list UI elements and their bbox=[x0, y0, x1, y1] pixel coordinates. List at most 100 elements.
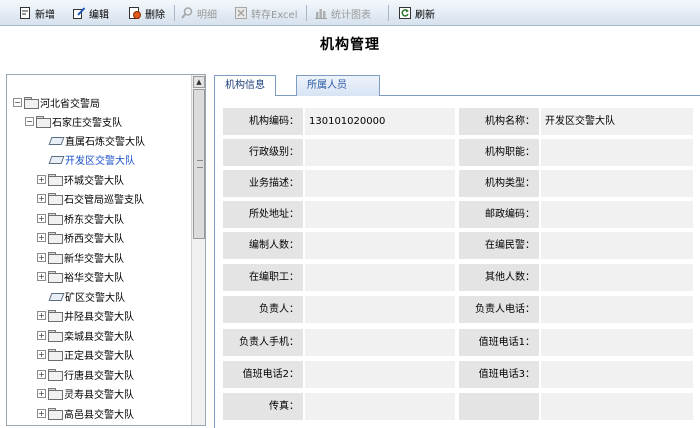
folder-icon bbox=[48, 407, 63, 420]
tree-node-folder[interactable]: + 正定县交警大队 bbox=[37, 345, 134, 363]
expand-icon[interactable]: + bbox=[37, 369, 46, 379]
tree-label: 直属石炼交警大队 bbox=[65, 136, 145, 148]
toolbar-separator bbox=[306, 5, 307, 21]
tree-node-root[interactable]: − 河北省交警局 bbox=[13, 93, 100, 111]
expand-icon[interactable]: + bbox=[37, 349, 46, 359]
expand-icon[interactable]: + bbox=[37, 271, 46, 281]
refresh-button[interactable]: 刷新 bbox=[398, 4, 435, 22]
folder-icon bbox=[48, 368, 63, 381]
others-value bbox=[541, 264, 693, 291]
fax-value bbox=[305, 393, 455, 420]
tree-node-folder[interactable]: + 桥西交警大队 bbox=[37, 228, 124, 246]
tree-node-leaf-selected[interactable]: 开发区交警大队 bbox=[49, 150, 135, 168]
tab-staff[interactable]: 所属人员 bbox=[296, 75, 380, 96]
tree-node-folder[interactable]: + 行唐县交警大队 bbox=[37, 365, 134, 383]
collapse-icon[interactable]: − bbox=[13, 97, 22, 107]
excel-icon bbox=[234, 6, 248, 20]
page-title: 机构管理 bbox=[320, 37, 380, 53]
manager-phone-value bbox=[541, 296, 693, 323]
form-row: 所处地址： 邮政编码： bbox=[223, 201, 693, 232]
expand-icon[interactable]: + bbox=[37, 174, 46, 184]
tree-label: 正定县交警大队 bbox=[64, 350, 134, 362]
tree-node-folder[interactable]: + 新华交警大队 bbox=[37, 248, 124, 266]
detail-button[interactable]: 明细 bbox=[180, 4, 217, 22]
new-label: 新增 bbox=[35, 9, 55, 21]
tree-node-leaf[interactable]: 矿区交警大队 bbox=[49, 287, 125, 305]
delete-button[interactable]: 删除 bbox=[128, 4, 165, 22]
bar-chart-icon bbox=[314, 6, 328, 20]
tree-node-folder[interactable]: + 环城交警大队 bbox=[37, 170, 124, 188]
collapse-icon[interactable]: − bbox=[25, 116, 34, 126]
tree-label: 河北省交警局 bbox=[40, 98, 100, 110]
manager-label: 负责人： bbox=[223, 296, 303, 323]
expand-icon[interactable]: + bbox=[37, 330, 46, 340]
tree-label: 栾城县交警大队 bbox=[64, 331, 134, 343]
form-row: 编制人数： 在编民警： bbox=[223, 232, 693, 263]
tree-label: 桥西交警大队 bbox=[64, 233, 124, 245]
expand-icon[interactable]: + bbox=[37, 232, 46, 242]
tree-node-folder[interactable]: + 桥东交警大队 bbox=[37, 209, 124, 227]
folder-icon bbox=[48, 270, 63, 283]
expand-icon[interactable]: + bbox=[37, 408, 46, 418]
org-name-value: 开发区交警大队 bbox=[541, 108, 693, 135]
tree-label: 石家庄交警支队 bbox=[52, 117, 122, 129]
staff-label: 在编职工： bbox=[223, 264, 303, 291]
address-value bbox=[305, 201, 455, 228]
leaf-node-icon bbox=[49, 135, 63, 146]
tree-node-folder[interactable]: + 井陉县交警大队 bbox=[37, 306, 134, 324]
form-row: 传真： bbox=[223, 393, 693, 424]
quota-value bbox=[305, 232, 455, 259]
form-row: 值班电话2： 值班电话3： bbox=[223, 361, 693, 392]
staff-value bbox=[305, 264, 455, 291]
detail-tabs: 机构信息 所属人员 bbox=[214, 74, 700, 97]
org-tree-panel: − 河北省交警局 − 石家庄交警支队 直属石炼交警大队 开发区交警大队 + 环城… bbox=[6, 74, 206, 426]
postcode-label: 邮政编码： bbox=[459, 201, 539, 228]
manager-value bbox=[305, 296, 455, 323]
admin-level-value bbox=[305, 139, 455, 166]
duty-phone-3-value bbox=[541, 361, 693, 388]
tree-label: 矿区交警大队 bbox=[65, 292, 125, 304]
tree-label: 井陉县交警大队 bbox=[64, 311, 134, 323]
tree-label: 石交管局巡警支队 bbox=[64, 194, 144, 206]
folder-icon bbox=[48, 173, 63, 186]
org-info-form: 机构编码： 130101020000 机构名称： 开发区交警大队 行政级别： 机… bbox=[214, 96, 700, 428]
tree-node-branch[interactable]: − 石家庄交警支队 bbox=[25, 112, 122, 130]
new-button[interactable]: 新增 bbox=[18, 4, 55, 22]
expand-icon[interactable]: + bbox=[37, 388, 46, 398]
expand-icon[interactable]: + bbox=[37, 310, 46, 320]
tree-node-folder[interactable]: + 裕华交警大队 bbox=[37, 267, 124, 285]
duty-phone-3-label: 值班电话3： bbox=[459, 361, 539, 388]
duty-phone-2-label: 值班电话2： bbox=[223, 361, 303, 388]
export-excel-button[interactable]: 转存Excel bbox=[234, 4, 298, 22]
folder-icon bbox=[48, 387, 63, 400]
tree-label: 灵寿县交警大队 bbox=[64, 389, 134, 401]
tree-label: 桥东交警大队 bbox=[64, 214, 124, 226]
scrollbar-thumb[interactable] bbox=[193, 89, 205, 239]
others-label: 其他人数： bbox=[459, 264, 539, 291]
scroll-up-arrow-icon[interactable]: ▲ bbox=[193, 76, 205, 88]
tree-node-folder[interactable]: + 灵寿县交警大队 bbox=[37, 384, 134, 402]
tree-node-folder[interactable]: + 石交管局巡警支队 bbox=[37, 189, 144, 207]
folder-open-icon bbox=[36, 115, 51, 128]
folder-open-icon bbox=[24, 96, 39, 109]
edit-button[interactable]: 编辑 bbox=[72, 4, 109, 22]
folder-icon bbox=[48, 348, 63, 361]
tree-scrollbar[interactable]: ▲ bbox=[191, 75, 205, 425]
tree-node-folder[interactable]: + 高邑县交警大队 bbox=[37, 404, 134, 422]
tree-node-leaf[interactable]: 直属石炼交警大队 bbox=[49, 131, 145, 149]
expand-icon[interactable]: + bbox=[37, 252, 46, 262]
business-label: 业务描述： bbox=[223, 170, 303, 197]
refresh-icon bbox=[398, 6, 412, 20]
expand-icon[interactable]: + bbox=[37, 193, 46, 203]
postcode-value bbox=[541, 201, 693, 228]
folder-icon bbox=[48, 231, 63, 244]
stats-chart-button[interactable]: 统计图表 bbox=[314, 4, 371, 22]
tree-node-folder[interactable]: + 栾城县交警大队 bbox=[37, 326, 134, 344]
empty-value bbox=[541, 393, 693, 420]
type-label: 机构类型： bbox=[459, 170, 539, 197]
duty-phone-1-value bbox=[541, 329, 693, 356]
tree-label: 裕华交警大队 bbox=[64, 272, 124, 284]
expand-icon[interactable]: + bbox=[37, 213, 46, 223]
tab-org-info[interactable]: 机构信息 bbox=[214, 75, 276, 97]
type-value bbox=[541, 170, 693, 197]
